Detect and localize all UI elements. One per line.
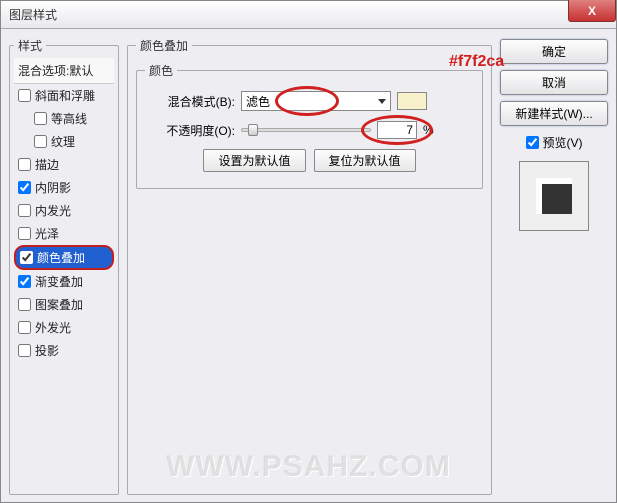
color-overlay-fieldset: 颜色叠加 颜色 #f7f2ca 混合模式(B): 滤色 不透明度( <box>127 37 492 495</box>
styles-panel: 样式 混合选项:默认 斜面和浮雕 等高线 纹理 描边 内阴影 内发光 光泽 颜色… <box>9 37 119 494</box>
style-outer-glow[interactable]: 外发光 <box>14 316 114 339</box>
color-hex-annotation: #f7f2ca <box>449 53 504 71</box>
style-outer-glow-checkbox[interactable] <box>18 321 31 334</box>
new-style-button[interactable]: 新建样式(W)... <box>500 101 608 126</box>
chevron-down-icon <box>378 99 386 104</box>
action-panel: 确定 取消 新建样式(W)... 预览(V) <box>500 37 608 494</box>
titlebar: 图层样式 X <box>1 1 616 29</box>
opacity-slider[interactable] <box>241 128 371 132</box>
style-stroke[interactable]: 描边 <box>14 153 114 176</box>
close-icon: X <box>588 4 596 18</box>
blending-options-header[interactable]: 混合选项:默认 <box>14 58 114 84</box>
blending-options-label: 混合选项:默认 <box>18 62 93 79</box>
preview-inner <box>536 178 572 214</box>
style-gradient-overlay-checkbox[interactable] <box>18 275 31 288</box>
style-drop-shadow[interactable]: 投影 <box>14 339 114 362</box>
style-gradient-overlay-label: 渐变叠加 <box>35 273 83 290</box>
style-color-overlay-label: 颜色叠加 <box>37 249 85 266</box>
blend-mode-value: 滤色 <box>246 93 270 110</box>
settings-panel: 颜色叠加 颜色 #f7f2ca 混合模式(B): 滤色 不透明度( <box>127 37 492 494</box>
opacity-slider-thumb[interactable] <box>248 124 258 136</box>
style-satin-label: 光泽 <box>35 225 59 242</box>
opacity-label: 不透明度(O): <box>145 122 235 139</box>
style-inner-shadow[interactable]: 内阴影 <box>14 176 114 199</box>
style-inner-glow[interactable]: 内发光 <box>14 199 114 222</box>
style-bevel-checkbox[interactable] <box>18 89 31 102</box>
style-pattern-overlay-label: 图案叠加 <box>35 296 83 313</box>
reset-default-button[interactable]: 复位为默认值 <box>314 149 416 172</box>
defaults-button-row: 设置为默认值 复位为默认值 <box>145 149 474 172</box>
opacity-row: 不透明度(O): % <box>145 121 474 139</box>
style-texture-checkbox[interactable] <box>34 135 47 148</box>
style-contour-checkbox[interactable] <box>34 112 47 125</box>
style-satin-checkbox[interactable] <box>18 227 31 240</box>
styles-legend: 样式 <box>14 37 46 54</box>
style-pattern-overlay-checkbox[interactable] <box>18 298 31 311</box>
style-outer-glow-label: 外发光 <box>35 319 71 336</box>
style-inner-shadow-checkbox[interactable] <box>18 181 31 194</box>
blend-mode-row: 混合模式(B): 滤色 <box>145 91 474 111</box>
style-inner-shadow-label: 内阴影 <box>35 179 71 196</box>
dialog-content: 样式 混合选项:默认 斜面和浮雕 等高线 纹理 描边 内阴影 内发光 光泽 颜色… <box>1 29 616 502</box>
style-texture[interactable]: 纹理 <box>14 130 114 153</box>
preview-row: 预览(V) <box>500 134 608 151</box>
style-texture-label: 纹理 <box>51 133 75 150</box>
style-color-overlay-checkbox[interactable] <box>20 251 33 264</box>
preview-checkbox[interactable] <box>526 136 539 149</box>
style-satin[interactable]: 光泽 <box>14 222 114 245</box>
style-pattern-overlay[interactable]: 图案叠加 <box>14 293 114 316</box>
color-inner-legend: 颜色 <box>145 62 177 79</box>
styles-fieldset: 样式 混合选项:默认 斜面和浮雕 等高线 纹理 描边 内阴影 内发光 光泽 颜色… <box>9 37 119 495</box>
style-drop-shadow-checkbox[interactable] <box>18 344 31 357</box>
opacity-unit: % <box>423 123 434 137</box>
style-contour-label: 等高线 <box>51 110 87 127</box>
close-button[interactable]: X <box>568 0 616 22</box>
style-inner-glow-label: 内发光 <box>35 202 71 219</box>
preview-label: 预览(V) <box>543 134 583 151</box>
ok-button[interactable]: 确定 <box>500 39 608 64</box>
style-inner-glow-checkbox[interactable] <box>18 204 31 217</box>
color-overlay-legend: 颜色叠加 <box>136 37 192 54</box>
style-color-overlay[interactable]: 颜色叠加 <box>14 245 114 270</box>
preview-thumbnail <box>519 161 589 231</box>
cancel-button[interactable]: 取消 <box>500 70 608 95</box>
blend-mode-label: 混合模式(B): <box>145 93 235 110</box>
style-stroke-label: 描边 <box>35 156 59 173</box>
style-drop-shadow-label: 投影 <box>35 342 59 359</box>
blend-mode-dropdown[interactable]: 滤色 <box>241 91 391 111</box>
style-bevel[interactable]: 斜面和浮雕 <box>14 84 114 107</box>
style-gradient-overlay[interactable]: 渐变叠加 <box>14 270 114 293</box>
window-title: 图层样式 <box>9 6 57 23</box>
color-inner-fieldset: 颜色 #f7f2ca 混合模式(B): 滤色 不透明度(O): <box>136 62 483 189</box>
set-default-button[interactable]: 设置为默认值 <box>203 149 305 172</box>
opacity-input[interactable] <box>377 121 417 139</box>
style-stroke-checkbox[interactable] <box>18 158 31 171</box>
layer-style-dialog: 图层样式 X 样式 混合选项:默认 斜面和浮雕 等高线 纹理 描边 内阴影 内发… <box>0 0 617 503</box>
style-bevel-label: 斜面和浮雕 <box>35 87 95 104</box>
style-contour[interactable]: 等高线 <box>14 107 114 130</box>
color-swatch[interactable] <box>397 92 427 110</box>
